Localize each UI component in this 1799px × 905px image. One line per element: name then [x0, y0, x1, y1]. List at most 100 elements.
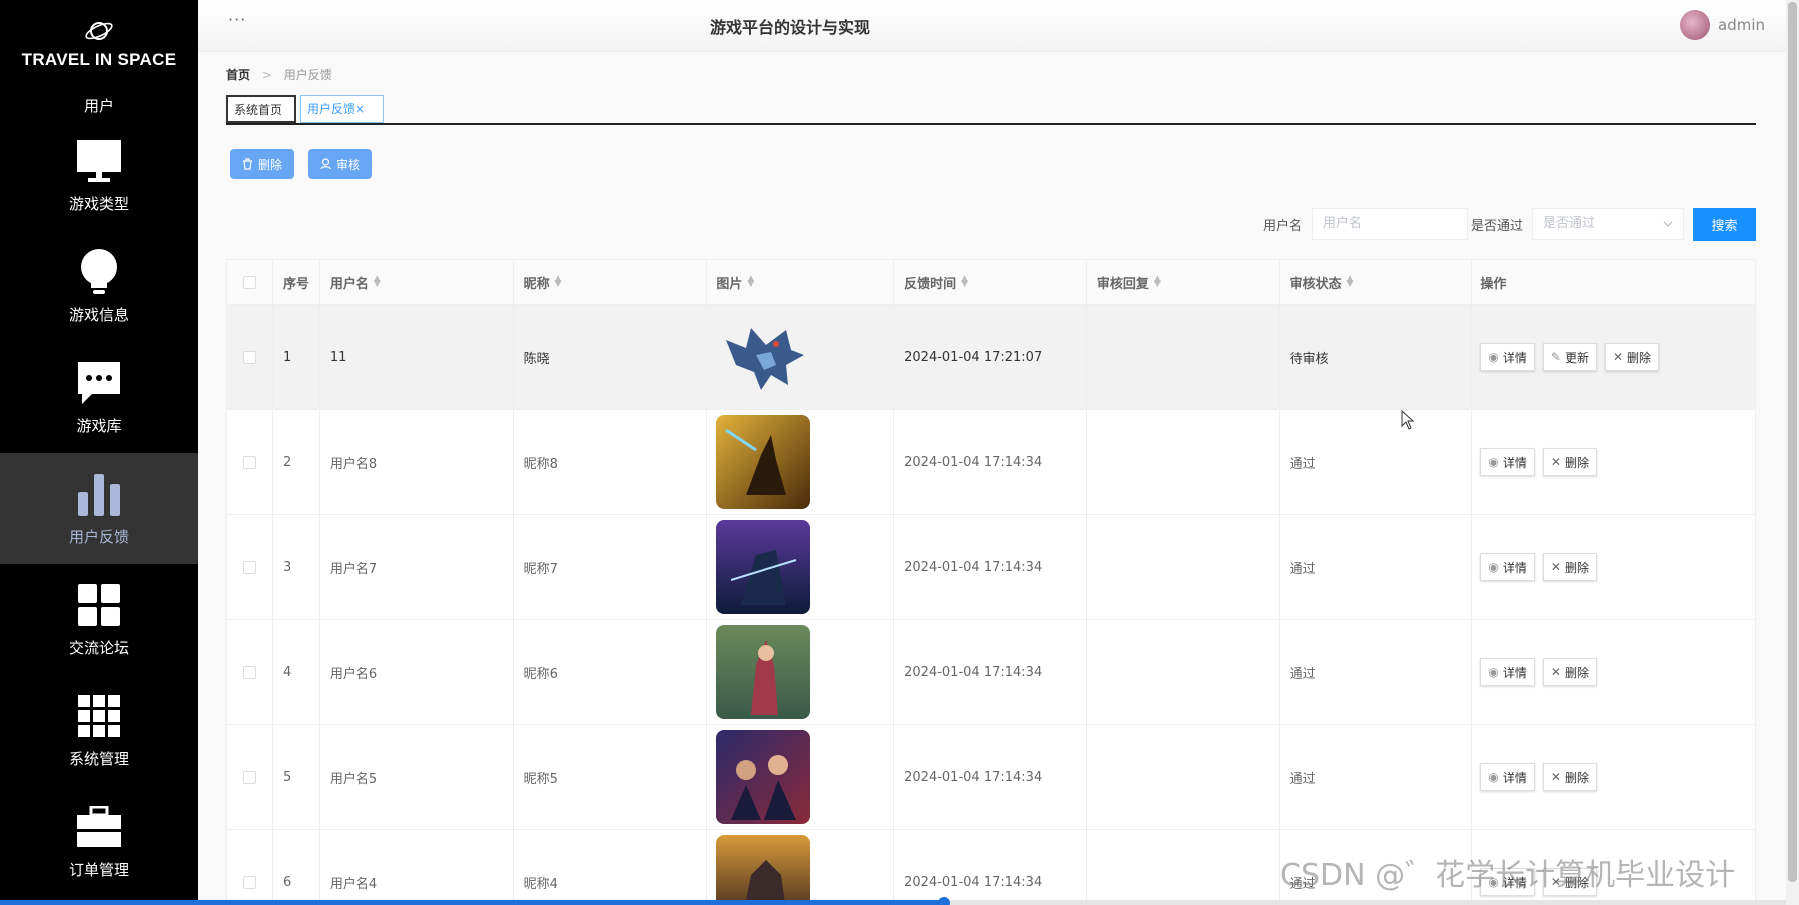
cell-username: 用户名6 [320, 620, 514, 724]
cell-index: 1 [273, 305, 320, 409]
update-button[interactable]: ✎ 更新 [1542, 343, 1597, 371]
detail-button[interactable]: ◉ 详情 [1480, 448, 1535, 476]
breadcrumb-home[interactable]: 首页 [226, 68, 250, 82]
row-delete-button[interactable]: ✕ 删除 [1542, 658, 1597, 686]
tab-label: 用户反馈 [307, 102, 356, 116]
sidebar-item-game-library[interactable]: 游戏库 [0, 342, 198, 453]
header-cell[interactable]: 图片 ▲ ▼ [707, 260, 895, 304]
avatar[interactable] [1680, 10, 1710, 40]
select-all-checkbox[interactable] [242, 275, 256, 289]
row-delete-button[interactable]: ✕ 删除 [1542, 553, 1597, 581]
delete-button-label: 删除 [1564, 665, 1589, 680]
username-filter-label: 用户名 [1263, 219, 1303, 234]
detail-button-label: 详情 [1502, 455, 1527, 470]
row-checkbox[interactable] [242, 455, 256, 469]
bar-chart-icon [75, 470, 123, 518]
table-row[interactable]: 4 用户名6 昵称6 2024-01-04 17:14:34 通过 ◉ 详情 ✕ 删… [227, 620, 1755, 725]
passed-filter-label: 是否通过 [1471, 219, 1524, 234]
cell-reply [1087, 515, 1280, 619]
header-label: 操作 [1480, 276, 1507, 292]
table-row[interactable]: 1 11 陈晓 2024-01-04 17:21:07 待审核 ◉ 详情 ✎ 更新 … [227, 305, 1755, 410]
tab-feedback[interactable]: 用户反馈× [300, 95, 384, 123]
search-form: 用户名 用户名 是否通过 是否通过 搜索 [198, 205, 1758, 241]
cell-reply [1087, 830, 1280, 905]
cell-index: 5 [273, 725, 320, 829]
brand-name: TRAVEL IN SPACE [21, 50, 177, 69]
delete-button-label: 删除 [1627, 350, 1652, 365]
cell-nickname: 昵称6 [514, 620, 708, 724]
horizontal-scrollbar[interactable] [0, 897, 1786, 905]
row-checkbox[interactable] [242, 770, 256, 784]
passed-select-placeholder: 是否通过 [1543, 216, 1596, 231]
table-row[interactable]: 5 用户名5 昵称5 2024-01-04 17:14:34 通过 ◉ 详情 ✕ 删… [227, 725, 1755, 830]
delete-button[interactable]: 删除 [230, 149, 295, 179]
sort-icon[interactable]: ▲ ▼ [374, 275, 381, 289]
table-header: 序号 用户名 ▲ ▼ 昵称 ▲ ▼ 图片 ▲ ▼ 反馈时间 ▲ ▼ 审核回复 ▲ ▼ 审核状态 ▲ ▼ … [227, 260, 1755, 305]
row-checkbox[interactable] [242, 665, 256, 679]
sidebar-item-forum[interactable]: 交流论坛 [0, 564, 198, 675]
sidebar-item-orders[interactable]: 订单管理 [0, 786, 198, 897]
scroll-knob[interactable] [938, 897, 950, 905]
header-label: 用户名 [329, 276, 369, 292]
cell-image [707, 410, 895, 514]
armored-thumbnail-image[interactable] [716, 835, 811, 905]
sort-icon[interactable]: ▲ ▼ [1154, 275, 1161, 289]
team-thumbnail-image[interactable] [716, 730, 811, 824]
table-row[interactable]: 2 用户名8 昵称8 2024-01-04 17:14:34 通过 ◉ 详情 ✕ 删… [227, 410, 1755, 515]
cell-index: 3 [273, 515, 320, 619]
passed-select[interactable]: 是否通过 [1532, 208, 1684, 240]
cell-index: 2 [273, 410, 320, 514]
sidebar-item-user[interactable]: 用户 [0, 80, 198, 120]
more-menu-button[interactable]: ··· [228, 10, 246, 29]
tab-home[interactable]: 系统首页 [226, 95, 296, 123]
row-delete-button[interactable]: ✕ 删除 [1604, 343, 1660, 371]
sort-icon[interactable]: ▲ ▼ [555, 275, 562, 289]
knight-thumbnail-image[interactable] [716, 520, 811, 614]
header-cell[interactable]: 用户名 ▲ ▼ [320, 260, 514, 304]
row-delete-button[interactable]: ✕ 删除 [1542, 763, 1597, 791]
cell-username: 用户名5 [320, 725, 514, 829]
header-cell[interactable]: 反馈时间 ▲ ▼ [894, 260, 1087, 304]
table-row[interactable]: 3 用户名7 昵称7 2024-01-04 17:14:34 通过 ◉ 详情 ✕ 删… [227, 515, 1755, 620]
search-button[interactable]: 搜索 [1693, 208, 1756, 241]
cell-actions: ◉ 详情 ✕ 删除 [1472, 725, 1755, 829]
audit-button[interactable]: 审核 [308, 149, 373, 179]
main-content: 首页 > 用户反馈 系统首页 用户反馈× 删除 审核 用户名 用户名 是否通过 … [198, 52, 1786, 905]
detail-button[interactable]: ◉ 详情 [1480, 553, 1535, 581]
sidebar-item-feedback[interactable]: 用户反馈 [0, 453, 198, 564]
vertical-scrollbar[interactable] [1786, 0, 1799, 905]
cell-username: 用户名7 [320, 515, 514, 619]
header-cell[interactable]: 昵称 ▲ ▼ [514, 260, 708, 304]
scrollbar-thumb[interactable] [1788, 2, 1797, 882]
sidebar-item-label: 用户反馈 [68, 528, 129, 546]
row-checkbox[interactable] [242, 875, 256, 889]
row-checkbox[interactable] [242, 560, 256, 574]
sidebar-item-game-type[interactable]: 游戏类型 [0, 120, 198, 231]
warrior-thumbnail-image[interactable] [716, 415, 811, 509]
header-cell[interactable]: 审核状态 ▲ ▼ [1280, 260, 1473, 304]
cell-username: 11 [320, 305, 514, 409]
eye-icon: ◉ [1488, 455, 1499, 469]
close-icon[interactable]: × [355, 102, 365, 116]
eye-icon: ◉ [1488, 665, 1499, 679]
fox-girl-thumbnail-image[interactable] [716, 625, 811, 719]
username-search-input[interactable]: 用户名 [1312, 208, 1468, 240]
sidebar-item-system[interactable]: 系统管理 [0, 675, 198, 786]
detail-button[interactable]: ◉ 详情 [1480, 343, 1535, 371]
header-cell[interactable]: 审核回复 ▲ ▼ [1087, 260, 1280, 304]
sidebar-item-game-info[interactable]: 游戏信息 [0, 231, 198, 342]
sort-icon[interactable]: ▲ ▼ [747, 275, 754, 289]
user-menu[interactable]: admin [1680, 10, 1765, 40]
sort-icon[interactable]: ▲ ▼ [961, 275, 968, 289]
cell-reply [1087, 305, 1280, 409]
header-label: 审核回复 [1096, 276, 1149, 292]
cell-time: 2024-01-04 17:21:07 [894, 305, 1087, 409]
detail-button[interactable]: ◉ 详情 [1480, 658, 1535, 686]
row-checkbox[interactable] [242, 350, 256, 364]
briefcase-icon [75, 803, 123, 851]
detail-button[interactable]: ◉ 详情 [1480, 763, 1535, 791]
sort-icon[interactable]: ▲ ▼ [1347, 275, 1354, 289]
row-delete-button[interactable]: ✕ 删除 [1542, 448, 1597, 476]
sidebar-item-label: 交流论坛 [68, 639, 129, 657]
dragon-thumbnail-image[interactable] [716, 310, 810, 404]
